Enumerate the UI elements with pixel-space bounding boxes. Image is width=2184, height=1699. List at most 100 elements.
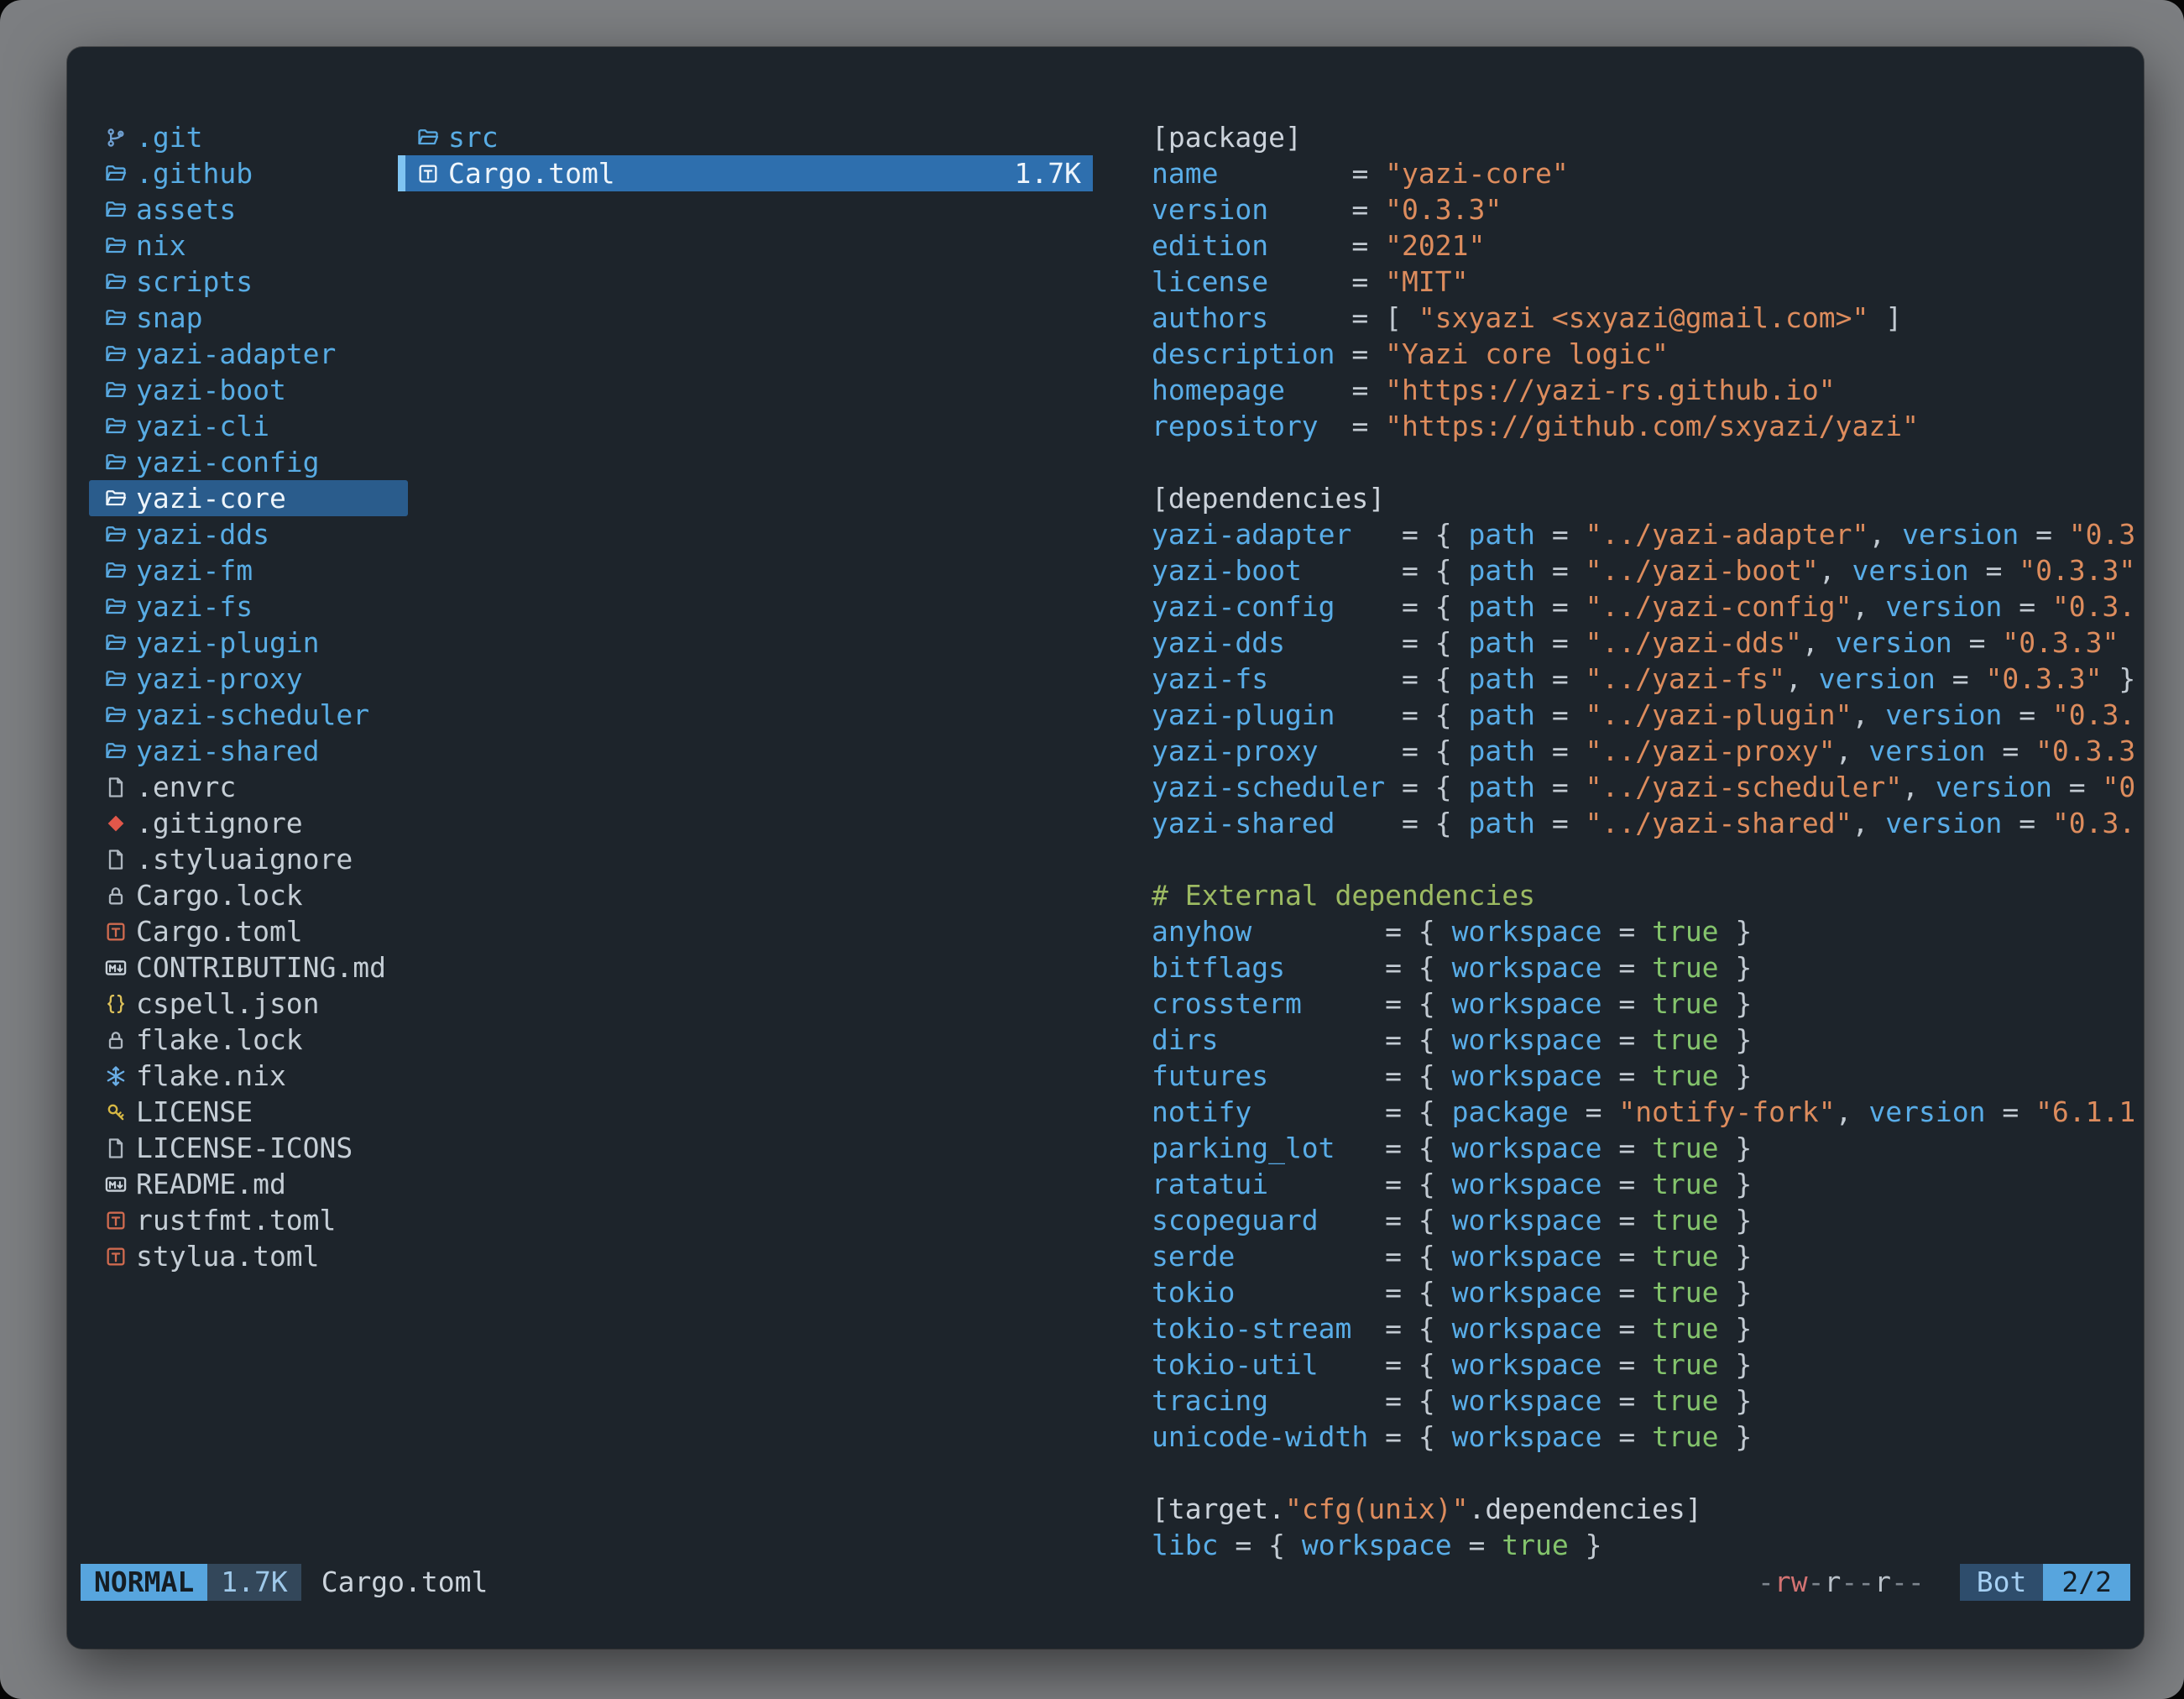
item-label: Cargo.toml	[136, 913, 303, 949]
folder-icon	[104, 155, 136, 191]
item-label: yazi-shared	[136, 733, 320, 769]
preview-line: yazi-proxy = { path = "../yazi-proxy", v…	[1152, 733, 2139, 769]
parent-item[interactable]: nix	[89, 227, 408, 264]
item-label: yazi-core	[136, 480, 286, 516]
scroll-position-badge: Bot	[1960, 1564, 2044, 1601]
file-size-badge: 1.7K	[207, 1564, 300, 1601]
parent-item[interactable]: Cargo.toml	[89, 913, 408, 949]
current-item[interactable]: src	[398, 119, 1093, 155]
preview-line: crossterm = { workspace = true }	[1152, 985, 2139, 1022]
toml-icon	[104, 1238, 136, 1274]
preview-line: edition = "2021"	[1152, 227, 2139, 264]
parent-item[interactable]: .envrc	[89, 769, 408, 805]
parent-item[interactable]: LICENSE-ICONS	[89, 1130, 408, 1166]
folder-icon	[104, 264, 136, 300]
preview-line: dirs = { workspace = true }	[1152, 1022, 2139, 1058]
parent-item[interactable]: yazi-fm	[89, 552, 408, 588]
parent-item[interactable]: Cargo.lock	[89, 877, 408, 913]
item-size: 1.7K	[1015, 155, 1081, 191]
folder-icon	[104, 300, 136, 336]
preview-line: authors = [ "sxyazi <sxyazi@gmail.com>" …	[1152, 300, 2139, 336]
preview-line	[1152, 841, 2139, 877]
parent-item[interactable]: yazi-scheduler	[89, 697, 408, 733]
parent-item[interactable]: yazi-core	[89, 480, 408, 516]
toml-icon	[416, 155, 448, 191]
parent-item[interactable]: yazi-dds	[89, 516, 408, 552]
parent-item[interactable]: assets	[89, 191, 408, 227]
file-icon	[104, 841, 136, 877]
parent-item[interactable]: flake.nix	[89, 1058, 408, 1094]
item-label: rustfmt.toml	[136, 1202, 336, 1238]
toml-icon	[104, 1202, 136, 1238]
item-label: flake.nix	[136, 1058, 286, 1094]
folder-icon	[416, 119, 448, 155]
parent-item[interactable]: yazi-fs	[89, 588, 408, 625]
parent-item[interactable]: README.md	[89, 1166, 408, 1202]
preview-line: yazi-scheduler = { path = "../yazi-sched…	[1152, 769, 2139, 805]
preview-line	[1152, 444, 2139, 480]
item-label: yazi-proxy	[136, 661, 303, 697]
parent-item[interactable]: yazi-boot	[89, 372, 408, 408]
parent-item[interactable]: yazi-cli	[89, 408, 408, 444]
folder-icon	[104, 408, 136, 444]
preview-line: yazi-config = { path = "../yazi-config",…	[1152, 588, 2139, 625]
item-label: yazi-cli	[136, 408, 269, 444]
status-bar: NORMAL 1.7K Cargo.toml -rw-r--r-- Bot 2/…	[81, 1564, 2130, 1601]
item-label: LICENSE-ICONS	[136, 1130, 353, 1166]
item-label: .envrc	[136, 769, 236, 805]
lock-icon	[104, 877, 136, 913]
parent-item[interactable]: flake.lock	[89, 1022, 408, 1058]
item-label: .git	[136, 119, 202, 155]
folder-icon	[104, 336, 136, 372]
folder-icon	[104, 625, 136, 661]
item-label: snap	[136, 300, 202, 336]
parent-item[interactable]: CONTRIBUTING.md	[89, 949, 408, 985]
parent-item[interactable]: .styluaignore	[89, 841, 408, 877]
preview-line: futures = { workspace = true }	[1152, 1058, 2139, 1094]
parent-item[interactable]: snap	[89, 300, 408, 336]
parent-item[interactable]: LICENSE	[89, 1094, 408, 1130]
markdown-icon	[104, 1166, 136, 1202]
desktop-backdrop: .git.githubassetsnixscriptssnapyazi-adap…	[0, 0, 2184, 1699]
preview-line: tokio-stream = { workspace = true }	[1152, 1310, 2139, 1346]
parent-item[interactable]: cspell.json	[89, 985, 408, 1022]
parent-item[interactable]: yazi-shared	[89, 733, 408, 769]
selection-stripe	[398, 155, 405, 191]
item-label: flake.lock	[136, 1022, 303, 1058]
current-item[interactable]: Cargo.toml1.7K	[398, 155, 1093, 191]
preview-line: [package]	[1152, 119, 2139, 155]
preview-line: scopeguard = { workspace = true }	[1152, 1202, 2139, 1238]
parent-item[interactable]: .github	[89, 155, 408, 191]
parent-item[interactable]: yazi-plugin	[89, 625, 408, 661]
preview-line: serde = { workspace = true }	[1152, 1238, 2139, 1274]
preview-line: tokio-util = { workspace = true }	[1152, 1346, 2139, 1383]
parent-item[interactable]: rustfmt.toml	[89, 1202, 408, 1238]
parent-item[interactable]: yazi-adapter	[89, 336, 408, 372]
parent-item[interactable]: stylua.toml	[89, 1238, 408, 1274]
folder-icon	[104, 480, 136, 516]
parent-item[interactable]: yazi-proxy	[89, 661, 408, 697]
item-label: README.md	[136, 1166, 286, 1202]
preview-line: ratatui = { workspace = true }	[1152, 1166, 2139, 1202]
parent-item[interactable]: .git	[89, 119, 408, 155]
current-pane: srcCargo.toml1.7K	[398, 119, 1093, 191]
item-label: yazi-scheduler	[136, 697, 369, 733]
preview-line: libc = { workspace = true }	[1152, 1527, 2139, 1563]
item-label: yazi-fm	[136, 552, 253, 588]
preview-line: yazi-fs = { path = "../yazi-fs", version…	[1152, 661, 2139, 697]
folder-icon	[104, 733, 136, 769]
git-icon	[104, 119, 136, 155]
item-label: src	[448, 119, 499, 155]
markdown-icon	[104, 949, 136, 985]
item-label: cspell.json	[136, 985, 320, 1022]
preview-line: [dependencies]	[1152, 480, 2139, 516]
preview-line: license = "MIT"	[1152, 264, 2139, 300]
parent-item[interactable]: .gitignore	[89, 805, 408, 841]
preview-line: [target."cfg(unix)".dependencies]	[1152, 1491, 2139, 1527]
nix-icon	[104, 1058, 136, 1094]
lock-icon	[104, 1022, 136, 1058]
parent-item[interactable]: scripts	[89, 264, 408, 300]
preview-line: bitflags = { workspace = true }	[1152, 949, 2139, 985]
parent-item[interactable]: yazi-config	[89, 444, 408, 480]
preview-line: notify = { package = "notify-fork", vers…	[1152, 1094, 2139, 1130]
